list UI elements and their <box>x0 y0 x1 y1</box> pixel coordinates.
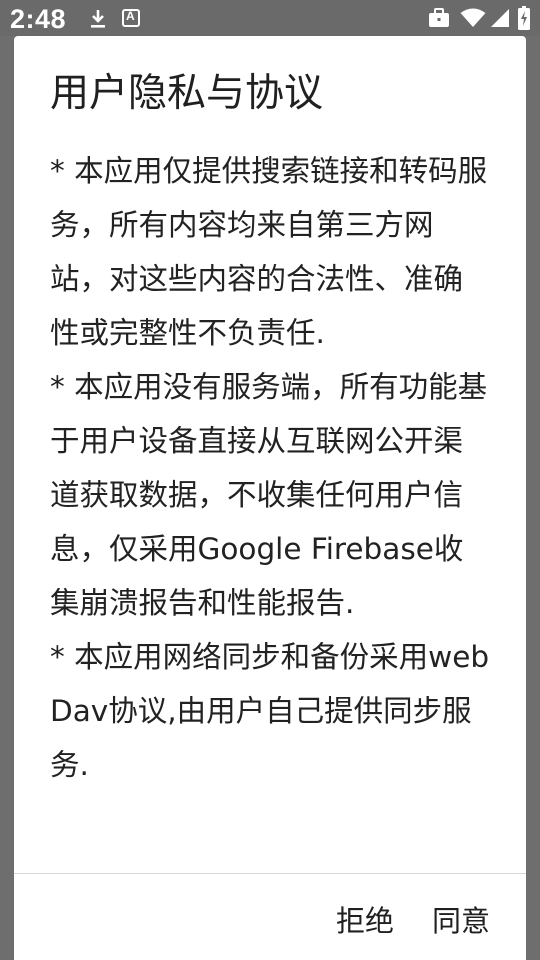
wifi-icon <box>460 8 486 32</box>
status-bar: 2:48 A <box>0 0 540 36</box>
paragraph-content-disclaimer: * 本应用仅提供搜索链接和转码服务，所有内容均来自第三方网站，对这些内容的合法性… <box>50 154 488 350</box>
signal-icon <box>490 8 510 32</box>
dialog-actions: 拒绝 同意 <box>336 894 490 944</box>
privacy-dialog: 用户隐私与协议 * 本应用仅提供搜索链接和转码服务，所有内容均来自第三方网站，对… <box>14 36 526 960</box>
paragraph-data-collection: * 本应用没有服务端，所有功能基于用户设备直接从互联网公开渠道获取数据，不收集任… <box>50 370 488 620</box>
paragraph-webdav-sync: * 本应用网络同步和备份采用webDav协议,由用户自己提供同步服务. <box>50 640 490 782</box>
notification-a-icon: A <box>122 9 140 31</box>
briefcase-icon <box>428 8 450 32</box>
dialog-title: 用户隐私与协议 <box>50 71 324 116</box>
actions-divider <box>14 873 526 874</box>
agree-button[interactable]: 同意 <box>432 894 490 944</box>
reject-button[interactable]: 拒绝 <box>336 894 394 944</box>
download-icon <box>88 8 108 34</box>
dialog-message[interactable]: * 本应用仅提供搜索链接和转码服务，所有内容均来自第三方网站，对这些内容的合法性… <box>50 144 490 874</box>
notification-letter: A <box>126 9 135 23</box>
status-time: 2:48 <box>10 4 67 34</box>
battery-charging-icon <box>518 6 530 34</box>
